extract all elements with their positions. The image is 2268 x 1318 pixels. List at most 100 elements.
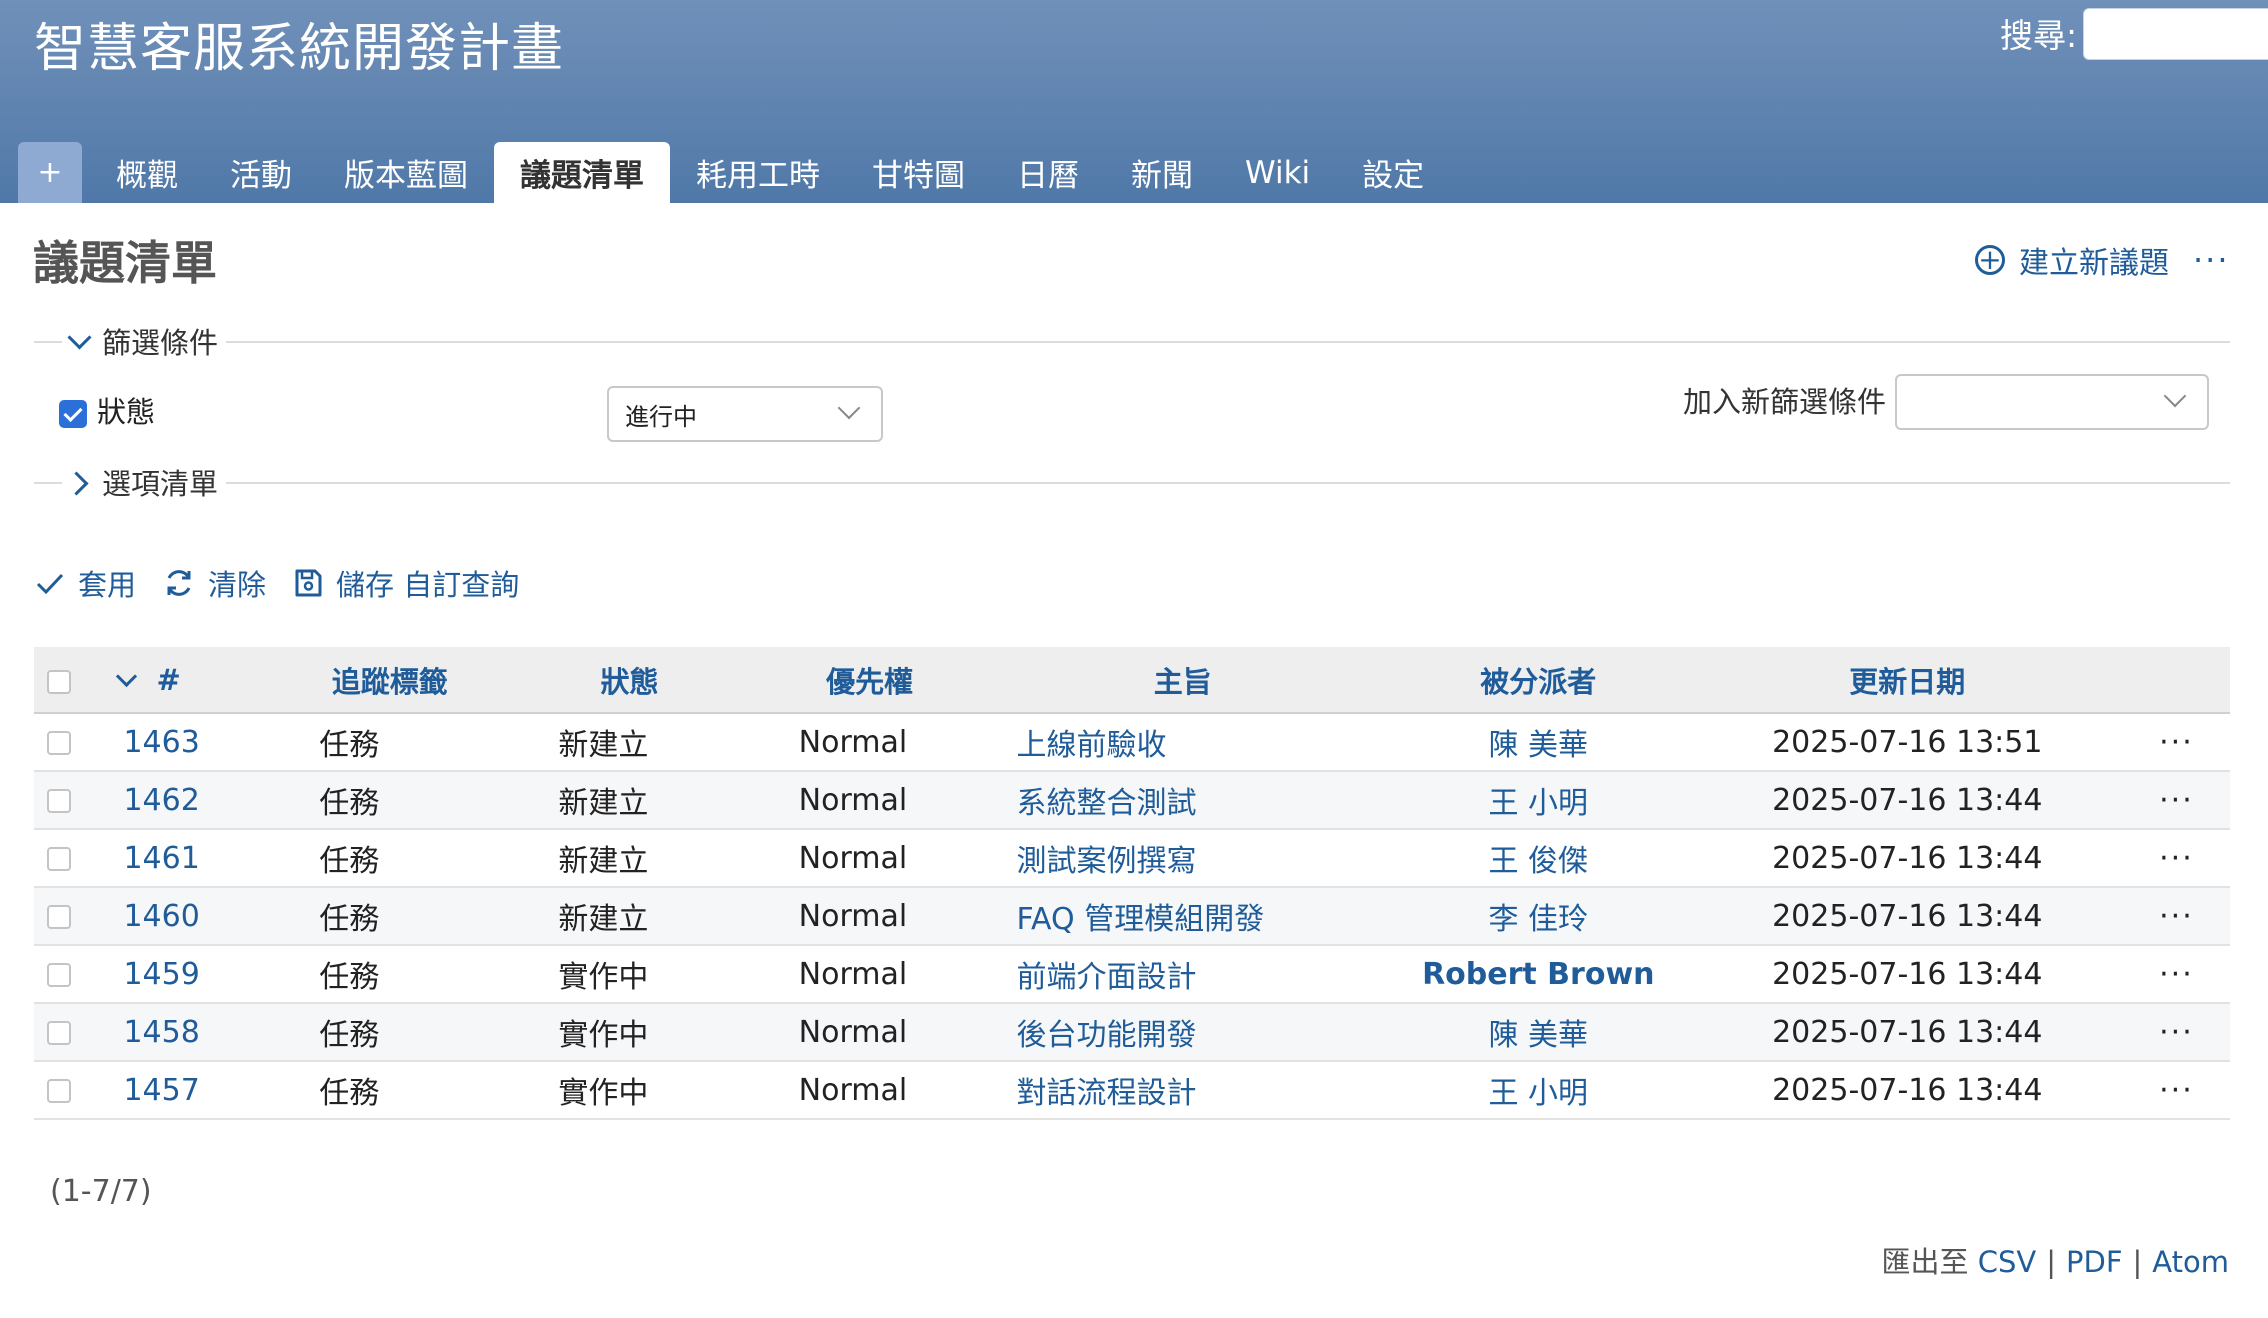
issue-tracker: 任務 — [279, 887, 501, 946]
reload-icon — [167, 570, 191, 596]
issue-tracker: 任務 — [279, 713, 501, 772]
column-header-subject[interactable]: 主旨 — [980, 647, 1385, 714]
assignee-link[interactable]: 陳 美華 — [1489, 728, 1589, 763]
row-checkbox[interactable] — [46, 1079, 71, 1103]
save-query-button[interactable]: 儲存 自訂查詢 — [292, 562, 519, 604]
filters-legend[interactable]: 篩選條件 — [62, 319, 227, 363]
column-header-tracker[interactable]: 追蹤標籤 — [279, 647, 501, 714]
plus-circle-icon: + — [1975, 245, 2005, 275]
tab-wiki[interactable]: Wiki — [1219, 142, 1336, 203]
query-buttons: 套用 清除 儲存 自訂查詢 — [34, 560, 545, 606]
row-actions-icon[interactable]: ··· — [2122, 1061, 2230, 1120]
apply-button[interactable]: 套用 — [34, 562, 136, 604]
export-separator: | — [2132, 1245, 2143, 1279]
assignee-link[interactable]: Robert Brown — [1422, 957, 1654, 992]
table-header-row: # 追蹤標籤 狀態 優先權 主旨 被分派者 更新日期 — [34, 647, 2230, 714]
issue-status: 實作中 — [500, 945, 759, 1004]
more-actions-icon[interactable]: ··· — [2193, 238, 2230, 282]
tab-overview[interactable]: 概觀 — [90, 142, 204, 203]
assignee-link[interactable]: 李 佳玲 — [1489, 902, 1589, 937]
tab-activity[interactable]: 活動 — [204, 142, 318, 203]
clear-button[interactable]: 清除 — [162, 562, 266, 604]
issue-id-link[interactable]: 1461 — [123, 841, 199, 876]
row-checkbox[interactable] — [46, 963, 71, 987]
row-checkbox[interactable] — [46, 1021, 71, 1045]
assignee-link[interactable]: 王 小明 — [1489, 786, 1589, 821]
table-row[interactable]: 1457 任務 實作中 Normal 對話流程設計 王 小明 2025-07-1… — [34, 1061, 2230, 1120]
export-pdf-link[interactable]: PDF — [2066, 1245, 2123, 1279]
table-row[interactable]: 1458 任務 實作中 Normal 後台功能開發 陳 美華 2025-07-1… — [34, 1003, 2230, 1062]
project-title[interactable]: 智慧客服系統開發計畫 — [34, 12, 564, 86]
row-checkbox[interactable] — [46, 905, 71, 929]
row-checkbox[interactable] — [46, 731, 71, 755]
issue-updated: 2025-07-16 13:44 — [1691, 945, 2123, 1004]
options-divider — [34, 482, 2230, 484]
export-csv-link[interactable]: CSV — [1978, 1245, 2037, 1279]
tab-time-entries[interactable]: 耗用工時 — [670, 142, 846, 203]
issue-subject-link[interactable]: FAQ 管理模組開發 — [1017, 902, 1265, 937]
issue-id-link[interactable]: 1457 — [123, 1073, 199, 1108]
tab-issues[interactable]: 議題清單 — [494, 142, 670, 203]
row-actions-icon[interactable]: ··· — [2122, 1003, 2230, 1062]
issue-priority: Normal — [758, 887, 981, 946]
status-filter-checkbox[interactable] — [59, 400, 87, 428]
row-actions-icon[interactable]: ··· — [2122, 945, 2230, 1004]
assignee-link[interactable]: 王 俊傑 — [1489, 844, 1589, 879]
column-header-id[interactable]: # — [83, 647, 280, 714]
issue-tracker: 任務 — [279, 771, 501, 830]
tab-news[interactable]: 新聞 — [1105, 142, 1219, 203]
clear-label: 清除 — [208, 568, 267, 602]
status-operator-select[interactable]: 進行中 — [607, 386, 883, 442]
tab-gantt[interactable]: 甘特圖 — [846, 142, 991, 203]
search-input[interactable] — [2083, 8, 2268, 60]
issue-subject-link[interactable]: 系統整合測試 — [1017, 786, 1197, 821]
tab-roadmap[interactable]: 版本藍圖 — [318, 142, 494, 203]
assignee-link[interactable]: 陳 美華 — [1489, 1018, 1589, 1053]
issue-id-link[interactable]: 1463 — [123, 725, 199, 760]
issue-subject-link[interactable]: 對話流程設計 — [1017, 1076, 1197, 1111]
table-row[interactable]: 1462 任務 新建立 Normal 系統整合測試 王 小明 2025-07-1… — [34, 771, 2230, 830]
row-actions-icon[interactable]: ··· — [2122, 887, 2230, 946]
row-checkbox[interactable] — [46, 789, 71, 813]
table-row[interactable]: 1459 任務 實作中 Normal 前端介面設計 Robert Brown 2… — [34, 945, 2230, 1004]
issue-subject-link[interactable]: 上線前驗收 — [1017, 728, 1167, 763]
issue-status: 新建立 — [500, 771, 759, 830]
issue-subject-link[interactable]: 後台功能開發 — [1017, 1018, 1197, 1053]
row-actions-icon[interactable]: ··· — [2122, 713, 2230, 772]
issue-tracker: 任務 — [279, 945, 501, 1004]
issue-id-link[interactable]: 1458 — [123, 1015, 199, 1050]
column-header-assignee[interactable]: 被分派者 — [1384, 647, 1692, 714]
column-header-priority[interactable]: 優先權 — [758, 647, 981, 714]
table-row[interactable]: 1461 任務 新建立 Normal 測試案例撰寫 王 俊傑 2025-07-1… — [34, 829, 2230, 888]
filters-divider — [34, 341, 2230, 343]
export-links: 匯出至 CSV | PDF | Atom — [1882, 1240, 2230, 1284]
table-row[interactable]: 1463 任務 新建立 Normal 上線前驗收 陳 美華 2025-07-16… — [34, 713, 2230, 772]
filters-legend-label: 篩選條件 — [102, 326, 219, 360]
select-all-checkbox[interactable] — [46, 669, 71, 694]
issue-subject-link[interactable]: 測試案例撰寫 — [1017, 844, 1197, 879]
row-checkbox[interactable] — [46, 847, 71, 871]
row-actions-icon[interactable]: ··· — [2122, 829, 2230, 888]
new-object-button[interactable]: + — [18, 142, 82, 203]
new-issue-button[interactable]: + 建立新議題 — [1975, 238, 2169, 282]
issue-id-link[interactable]: 1460 — [123, 899, 199, 934]
issue-priority: Normal — [758, 829, 981, 888]
tab-calendar[interactable]: 日曆 — [991, 142, 1105, 203]
column-header-status[interactable]: 狀態 — [500, 647, 759, 714]
add-filter-select[interactable] — [1895, 374, 2209, 430]
issue-subject-link[interactable]: 前端介面設計 — [1017, 960, 1197, 995]
export-atom-link[interactable]: Atom — [2152, 1245, 2229, 1279]
chevron-down-icon — [2163, 384, 2187, 408]
issue-id-link[interactable]: 1462 — [123, 783, 199, 818]
options-legend[interactable]: 選項清單 — [62, 460, 227, 504]
search-label: 搜尋: — [2000, 16, 2078, 55]
issue-id-link[interactable]: 1459 — [123, 957, 199, 992]
table-row[interactable]: 1460 任務 新建立 Normal FAQ 管理模組開發 李 佳玲 2025-… — [34, 887, 2230, 946]
column-header-actions — [2122, 647, 2230, 714]
row-actions-icon[interactable]: ··· — [2122, 771, 2230, 830]
tab-settings[interactable]: 設定 — [1336, 142, 1450, 203]
issue-status: 實作中 — [500, 1061, 759, 1120]
issue-updated: 2025-07-16 13:44 — [1691, 771, 2123, 830]
column-header-updated[interactable]: 更新日期 — [1691, 647, 2123, 714]
assignee-link[interactable]: 王 小明 — [1489, 1076, 1589, 1111]
